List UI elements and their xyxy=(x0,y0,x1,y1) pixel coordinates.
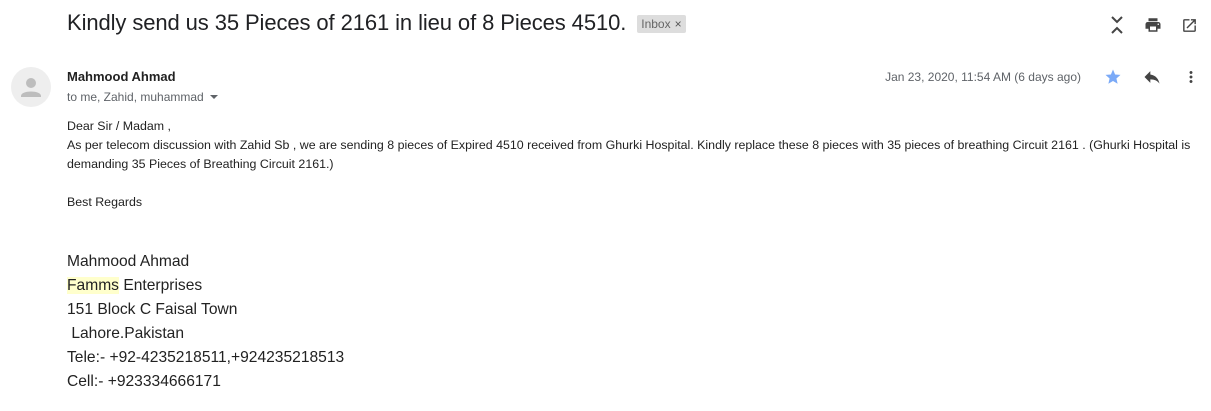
print-button[interactable] xyxy=(1142,14,1164,36)
closing: Best Regards xyxy=(67,195,143,209)
signature-cell: Cell:- +923334666171 xyxy=(67,373,221,390)
signature-name: Mahmood Ahmad xyxy=(67,253,190,270)
thread-toolbar xyxy=(1106,14,1200,36)
signature-tele: Tele:- +92-4235218511,+924235218513 xyxy=(67,349,345,366)
print-icon xyxy=(1145,18,1161,32)
signature-address-1: 151 Block C Faisal Town xyxy=(67,301,238,318)
remove-label-icon[interactable]: × xyxy=(675,18,682,30)
email-subject: Kindly send us 35 Pieces of 2161 in lieu… xyxy=(67,10,627,35)
greeting: Dear Sir / Madam , xyxy=(67,119,171,133)
star-icon xyxy=(1105,69,1121,84)
recipients-text: to me, Zahid, muhammad xyxy=(67,90,204,104)
open-new-window-icon xyxy=(1182,18,1196,32)
person-icon xyxy=(21,78,41,97)
sender-avatar[interactable] xyxy=(11,67,51,107)
signature: Mahmood Ahmad Famms Enterprises 151 Bloc… xyxy=(67,250,344,394)
company-highlight: Famms xyxy=(67,277,119,294)
message-date: Jan 23, 2020, 11:54 AM (6 days ago) xyxy=(885,70,1081,84)
reply-icon xyxy=(1144,71,1160,84)
more-options-button[interactable] xyxy=(1180,66,1202,88)
more-vert-icon xyxy=(1189,71,1193,83)
message-actions xyxy=(1102,66,1202,88)
show-details-button[interactable] xyxy=(209,92,219,102)
collapse-icon xyxy=(1111,16,1123,34)
body-paragraph: As per telecom discussion with Zahid Sb … xyxy=(67,138,1191,171)
signature-address-2: Lahore.Pakistan xyxy=(67,325,185,342)
signature-company: Famms Enterprises xyxy=(67,274,344,298)
star-button[interactable] xyxy=(1102,66,1124,88)
email-view: Kindly send us 35 Pieces of 2161 in lieu… xyxy=(0,0,1211,411)
reply-button[interactable] xyxy=(1141,66,1163,88)
sender-name[interactable]: Mahmood Ahmad xyxy=(67,69,176,84)
message-body: Dear Sir / Madam , As per telecom discus… xyxy=(67,117,1192,212)
label-name: Inbox xyxy=(641,16,671,31)
open-in-new-window-button[interactable] xyxy=(1178,14,1200,36)
subject-row: Kindly send us 35 Pieces of 2161 in lieu… xyxy=(67,10,686,36)
inbox-label-chip[interactable]: Inbox × xyxy=(637,15,686,33)
collapse-all-button[interactable] xyxy=(1106,14,1128,36)
recipients: to me, Zahid, muhammad xyxy=(67,90,219,104)
company-rest: Enterprises xyxy=(118,277,203,294)
caret-down-icon xyxy=(209,95,218,99)
